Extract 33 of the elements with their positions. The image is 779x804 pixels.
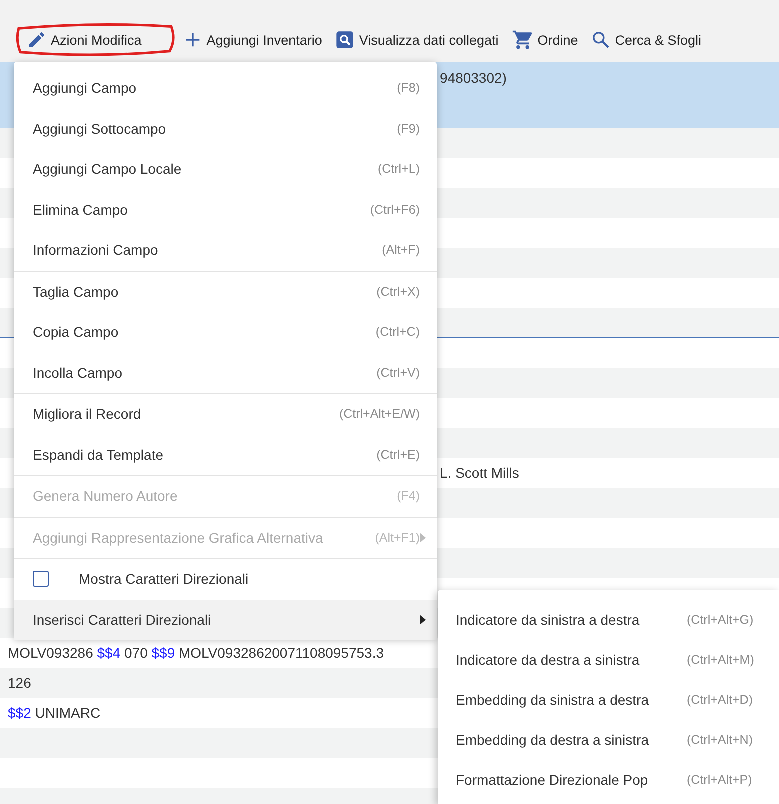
menu-item[interactable]: Informazioni Campo (Alt+F) — [14, 230, 437, 270]
submenu-arrow-icon — [420, 614, 426, 625]
toolbar-button[interactable]: Visualizza dati collegati — [330, 23, 504, 57]
menu-item[interactable]: Migliora il Record (Ctrl+Alt+E/W) — [14, 394, 437, 434]
menu-item[interactable]: Mostra Caratteri Direzionali — [14, 559, 437, 600]
menu-item[interactable]: Aggiungi Campo (F8) — [14, 68, 437, 108]
field-value: $$2 UNIMARC — [8, 705, 101, 721]
field-value: MOLV093286 $$4 070 $$9 MOLV09328620071108095753.3 — [8, 645, 384, 661]
menu-item[interactable]: Aggiungi Campo Locale (Ctrl+L) — [14, 149, 437, 190]
field-value: L. Scott Mills — [440, 465, 520, 481]
cart-icon — [512, 29, 534, 51]
menu-item[interactable]: Indicatore da destra a sinistra (Ctrl+Alt+M) — [438, 640, 779, 680]
pencil-icon — [27, 30, 47, 50]
toolbar-button[interactable]: Aggiungi Inventario — [178, 23, 328, 57]
menu-item[interactable]: Inserisci Caratteri Direzionali — [14, 600, 437, 640]
menu-item[interactable]: Espandi da Template (Ctrl+E) — [14, 434, 437, 475]
submenu-arrow-icon — [420, 532, 426, 543]
menu-item[interactable]: Embedding da destra a sinistra (Ctrl+Alt+N) — [438, 720, 779, 760]
menu-item[interactable]: Formattazione Direzionale Pop (Ctrl+Alt+P) — [438, 760, 779, 800]
menu-item[interactable]: Indicatore da sinistra a destra (Ctrl+Alt+G) — [438, 600, 779, 640]
toolbar-button[interactable]: Cerca & Sfogli — [586, 23, 707, 57]
magnifier-box-icon — [335, 30, 356, 50]
field-value: 126 — [8, 675, 32, 691]
menu-item[interactable]: Incolla Campo (Ctrl+V) — [14, 352, 437, 393]
search-icon — [591, 30, 612, 50]
menu-item[interactable]: Aggiungi Sottocampo (F9) — [14, 108, 437, 149]
checkbox[interactable] — [33, 571, 49, 588]
menu-item[interactable]: Embedding da sinistra a destra (Ctrl+Alt+D) — [438, 680, 779, 720]
toolbar-button[interactable]: Ordine — [506, 23, 584, 57]
menu-item[interactable]: Elimina Campo (Ctrl+F6) — [14, 190, 437, 230]
menu-item[interactable]: Taglia Campo (Ctrl+X) — [14, 272, 437, 312]
menu-item[interactable]: Copia Campo (Ctrl+C) — [14, 312, 437, 352]
field-value: 94803302) — [440, 70, 507, 86]
